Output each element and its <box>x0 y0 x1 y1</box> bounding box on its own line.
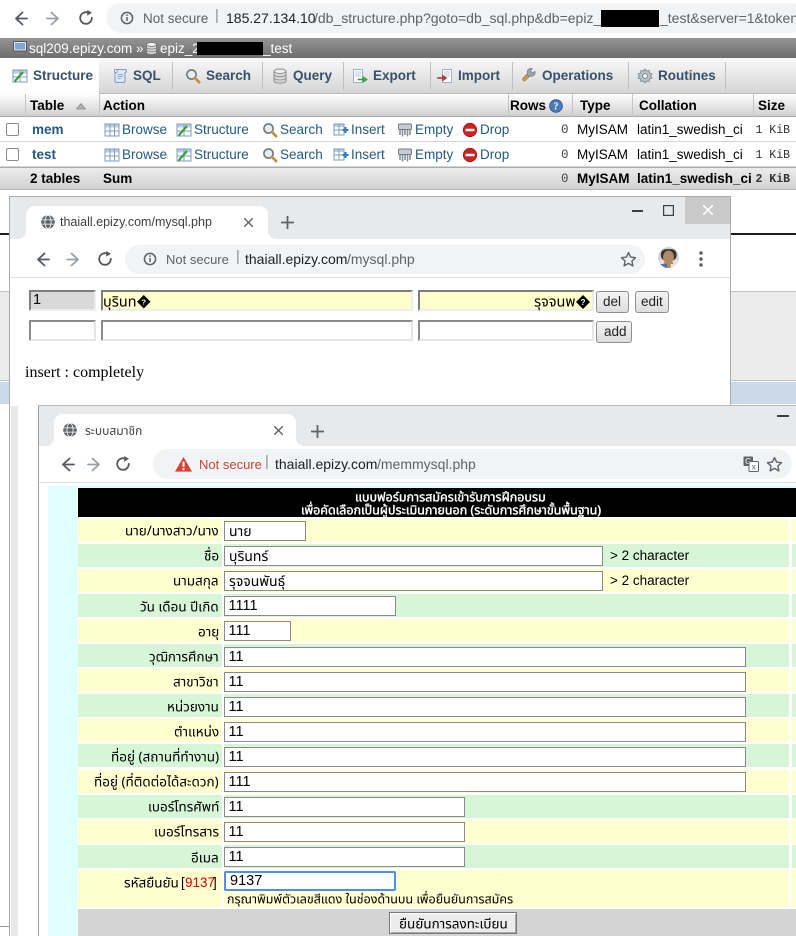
svg-text:x: x <box>752 461 757 471</box>
svg-text:?: ? <box>141 298 146 307</box>
svg-text:?: ? <box>554 101 559 112</box>
svg-text:?: ? <box>580 298 585 307</box>
